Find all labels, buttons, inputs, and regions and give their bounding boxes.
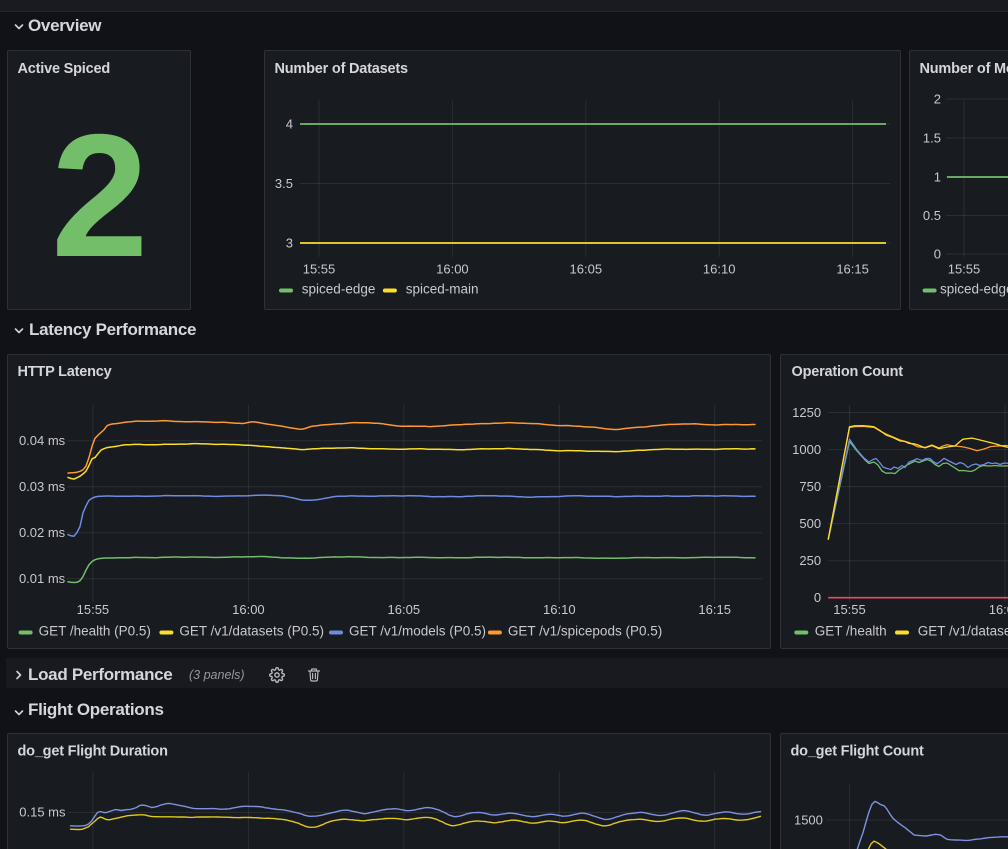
svg-text:Number of Models: Number of Models xyxy=(920,61,1008,77)
svg-text:16:15: 16:15 xyxy=(836,261,869,276)
svg-text:Number of Datasets: Number of Datasets xyxy=(275,61,409,77)
svg-text:GET /health (P0.5): GET /health (P0.5) xyxy=(39,624,151,639)
svg-text:15:55: 15:55 xyxy=(77,602,110,617)
svg-text:15:55: 15:55 xyxy=(303,261,336,276)
svg-text:1250: 1250 xyxy=(792,405,821,420)
svg-text:0.01 ms: 0.01 ms xyxy=(19,571,66,586)
svg-text:0.15 ms: 0.15 ms xyxy=(19,805,66,820)
svg-text:Active Spiced: Active Spiced xyxy=(18,61,111,77)
svg-text:spiced-edge: spiced-edge xyxy=(302,282,376,297)
svg-text:1500: 1500 xyxy=(794,812,823,827)
svg-text:16:05: 16:05 xyxy=(570,261,603,276)
svg-text:GET /health: GET /health xyxy=(815,624,887,639)
svg-text:do_get Flight Count: do_get Flight Count xyxy=(791,744,924,760)
svg-text:GET /v1/datasets: GET /v1/datasets xyxy=(918,624,1008,639)
svg-text:0.04 ms: 0.04 ms xyxy=(19,433,66,448)
svg-text:16:05: 16:05 xyxy=(388,602,421,617)
svg-text:16:00: 16:00 xyxy=(232,602,265,617)
svg-text:0.5: 0.5 xyxy=(923,208,941,223)
svg-text:0.02 ms: 0.02 ms xyxy=(19,525,66,540)
svg-text:GET /v1/spicepods (P0.5): GET /v1/spicepods (P0.5) xyxy=(508,624,662,639)
svg-text:3.5: 3.5 xyxy=(275,176,293,191)
svg-text:250: 250 xyxy=(799,553,821,568)
svg-text:1: 1 xyxy=(934,169,941,184)
svg-text:0.03 ms: 0.03 ms xyxy=(19,479,66,494)
svg-text:Operation Count: Operation Count xyxy=(792,364,904,380)
svg-text:500: 500 xyxy=(799,516,821,531)
svg-text:750: 750 xyxy=(799,479,821,494)
svg-text:2: 2 xyxy=(934,91,941,106)
svg-text:spiced-edge: spiced-edge xyxy=(940,282,1008,297)
svg-text:15:55: 15:55 xyxy=(948,261,981,276)
svg-text:16:00: 16:00 xyxy=(436,261,469,276)
svg-text:do_get Flight Duration: do_get Flight Duration xyxy=(18,744,168,760)
svg-text:3: 3 xyxy=(286,235,293,250)
svg-text:16:10: 16:10 xyxy=(543,602,576,617)
svg-text:16:10: 16:10 xyxy=(703,261,736,276)
svg-text:1.5: 1.5 xyxy=(923,130,941,145)
svg-text:2: 2 xyxy=(51,99,148,294)
svg-text:16:15: 16:15 xyxy=(698,602,731,617)
svg-text:GET /v1/models (P0.5): GET /v1/models (P0.5) xyxy=(349,624,486,639)
svg-text:4: 4 xyxy=(286,116,293,131)
svg-text:16:00: 16:00 xyxy=(989,602,1008,617)
svg-text:0: 0 xyxy=(934,246,941,261)
svg-text:GET /v1/datasets (P0.5): GET /v1/datasets (P0.5) xyxy=(179,624,324,639)
svg-text:HTTP Latency: HTTP Latency xyxy=(18,364,112,380)
svg-text:15:55: 15:55 xyxy=(833,602,866,617)
svg-text:1000: 1000 xyxy=(792,442,821,457)
svg-text:0: 0 xyxy=(814,590,821,605)
svg-text:spiced-main: spiced-main xyxy=(406,282,479,297)
